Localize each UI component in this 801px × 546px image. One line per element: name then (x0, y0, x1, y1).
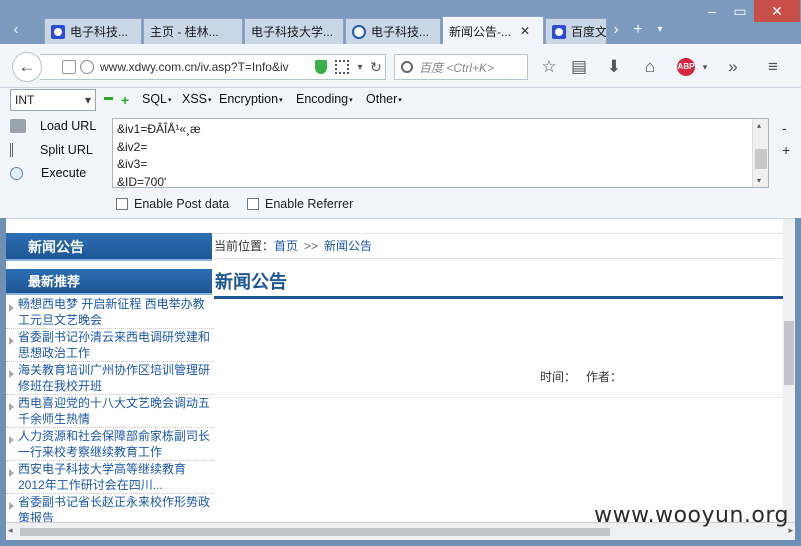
list-item[interactable]: 省委副书记省长赵正永来校作形势政策报告 (6, 494, 214, 522)
enable-referrer-checkbox[interactable]: Enable Referrer (247, 197, 353, 211)
main-content: 当前位置：首页 >> 新闻公告 新闻公告 时间： 作者： (214, 219, 783, 522)
shrink-textarea-icon[interactable]: - (782, 120, 787, 136)
breadcrumb-news-link[interactable]: 新闻公告 (324, 239, 372, 253)
tab-label: 主页 - 桂林... (150, 25, 219, 39)
page-viewport: 新闻公告 最新推荐 畅想西电梦 开启新征程 西电举办教工元旦文艺晚会 省委副书记… (6, 218, 795, 522)
tab-scroll-left-icon[interactable]: ‹ (6, 20, 26, 40)
execute-button[interactable]: Execute (10, 166, 86, 180)
tab-scroll-right-icon[interactable]: › (606, 20, 626, 40)
back-button[interactable]: ← (12, 52, 42, 82)
menu-xss[interactable]: XSS▾ (182, 92, 212, 106)
menu-sql[interactable]: SQL▾ (142, 92, 172, 106)
load-url-button[interactable]: Load URL (10, 119, 96, 133)
download-icon[interactable]: ⬇ (603, 56, 625, 78)
globe-icon (80, 60, 94, 74)
back-arrow-icon: ← (18, 57, 36, 76)
home-icon[interactable]: ⌂ (639, 56, 661, 78)
type-select[interactable]: INT (10, 89, 96, 111)
tab-2[interactable]: 主页 - 桂林... (143, 18, 243, 44)
list-item[interactable]: 西电喜迎党的十八大文艺晚会调动五千余师生热情 (6, 395, 214, 428)
tab-strip: ‹ 电子科技... 主页 - 桂林... 电子科技大学... 电子科技... 新… (0, 0, 801, 45)
tab-label: 电子科技... (371, 25, 430, 39)
split-url-icon (10, 143, 22, 157)
navigation-bar: www.xdwy.com.cn/iv.asp?T=Info&iv ▾ ↻ ← 百… (0, 44, 801, 88)
globe-icon (352, 24, 366, 39)
tab-list-icon[interactable]: ▾ (650, 20, 670, 40)
article-meta: 时间： 作者： (540, 370, 623, 384)
overflow-chevron-icon[interactable]: » (722, 56, 744, 78)
breadcrumb: 当前位置：首页 >> 新闻公告 (214, 233, 783, 259)
reading-list-icon[interactable]: ▤ (568, 56, 590, 78)
adblock-menu-icon[interactable]: ▾ (694, 56, 716, 78)
tab-active[interactable]: 新闻公告-... ✕ (442, 16, 544, 45)
url-textarea[interactable]: &iv1=ÐÂÎÅ¹«¸æ &iv2= &iv3= &ID=700' (112, 118, 769, 188)
list-item[interactable]: 省委副书记孙清云来西电调研党建和思想政治工作 (6, 329, 214, 362)
split-url-button[interactable]: Split URL (10, 143, 93, 157)
new-tab-icon[interactable]: + (628, 20, 648, 40)
menu-encoding[interactable]: Encoding▾ (296, 92, 353, 106)
list-item[interactable]: 畅想西电梦 开启新征程 西电举办教工元旦文艺晚会 (6, 296, 214, 329)
sidebar-subheader: 最新推荐 (6, 269, 212, 295)
close-tab-icon[interactable]: ✕ (520, 24, 530, 38)
watermark: www.wooyun.org (594, 503, 789, 528)
minus-icon[interactable] (104, 97, 113, 100)
list-item[interactable]: 人力资源和社会保障部俞家栋副司长一行来校考察继续教育工作 (6, 428, 214, 461)
enable-post-checkbox[interactable]: Enable Post data (116, 197, 229, 211)
reload-icon[interactable]: ↻ (367, 59, 385, 76)
baidu-paw-icon (51, 24, 65, 39)
tab-label: 电子科技大学... (251, 25, 334, 39)
hackbar-toolbar: INT + SQL▾ XSS▾ Encryption▾ Encoding▾ Ot… (0, 88, 801, 218)
sidebar: 新闻公告 最新推荐 畅想西电梦 开启新征程 西电举办教工元旦文艺晚会 省委副书记… (6, 219, 214, 522)
maximize-icon[interactable]: ▭ (726, 0, 754, 22)
menu-encryption[interactable]: Encryption▾ (219, 92, 283, 106)
chevron-down-icon[interactable]: ▾ (353, 62, 367, 73)
execute-icon (10, 166, 23, 180)
tab-label: 百度文 (571, 25, 607, 39)
sidebar-header: 新闻公告 (6, 233, 212, 261)
menu-hamburger-icon[interactable]: ≡ (762, 56, 784, 78)
textarea-scrollbar[interactable]: ▴ ▾ (752, 119, 768, 187)
list-item[interactable]: 西安电子科技大学高等继续教育2012年工作研讨会在四川... (6, 461, 214, 494)
tab-6[interactable]: 百度文 (545, 18, 607, 44)
plus-icon[interactable]: + (121, 90, 129, 110)
close-window-icon[interactable]: ✕ (754, 0, 800, 22)
search-placeholder: 百度 <Ctrl+K> (419, 60, 495, 75)
tab-label: 新闻公告-... (449, 24, 511, 39)
news-list: 畅想西电梦 开启新征程 西电举办教工元旦文艺晚会 省委副书记孙清云来西电调研党建… (6, 296, 214, 522)
adblock-plus-icon[interactable]: ABP (677, 58, 695, 76)
tab-label: 电子科技... (70, 25, 129, 39)
breadcrumb-home-link[interactable]: 首页 (274, 239, 298, 253)
baidu-paw-icon (552, 24, 566, 39)
divider (214, 397, 783, 398)
load-url-icon (10, 119, 26, 133)
qr-code-icon[interactable] (335, 60, 349, 74)
tab-3[interactable]: 电子科技大学... (244, 18, 344, 44)
list-item[interactable]: 海关教育培训广州协作区培训管理研修班在我校开班 (6, 362, 214, 395)
expand-textarea-icon[interactable]: + (782, 142, 790, 158)
vertical-scrollbar[interactable] (783, 219, 795, 522)
page-icon[interactable] (62, 60, 76, 74)
url-bar[interactable]: www.xdwy.com.cn/iv.asp?T=Info&iv ▾ ↻ (40, 54, 386, 80)
search-box[interactable]: 百度 <Ctrl+K> (394, 54, 528, 80)
tab-4[interactable]: 电子科技... (345, 18, 441, 44)
tab-1[interactable]: 电子科技... (44, 18, 142, 44)
shield-icon[interactable] (315, 60, 327, 74)
minimize-icon[interactable]: – (698, 0, 726, 22)
bookmark-star-icon[interactable]: ☆ (538, 56, 560, 78)
page-title: 新闻公告 (214, 267, 783, 299)
menu-other[interactable]: Other▾ (366, 92, 402, 106)
search-icon (401, 61, 413, 73)
url-text[interactable]: www.xdwy.com.cn/iv.asp?T=Info&iv (100, 60, 311, 74)
